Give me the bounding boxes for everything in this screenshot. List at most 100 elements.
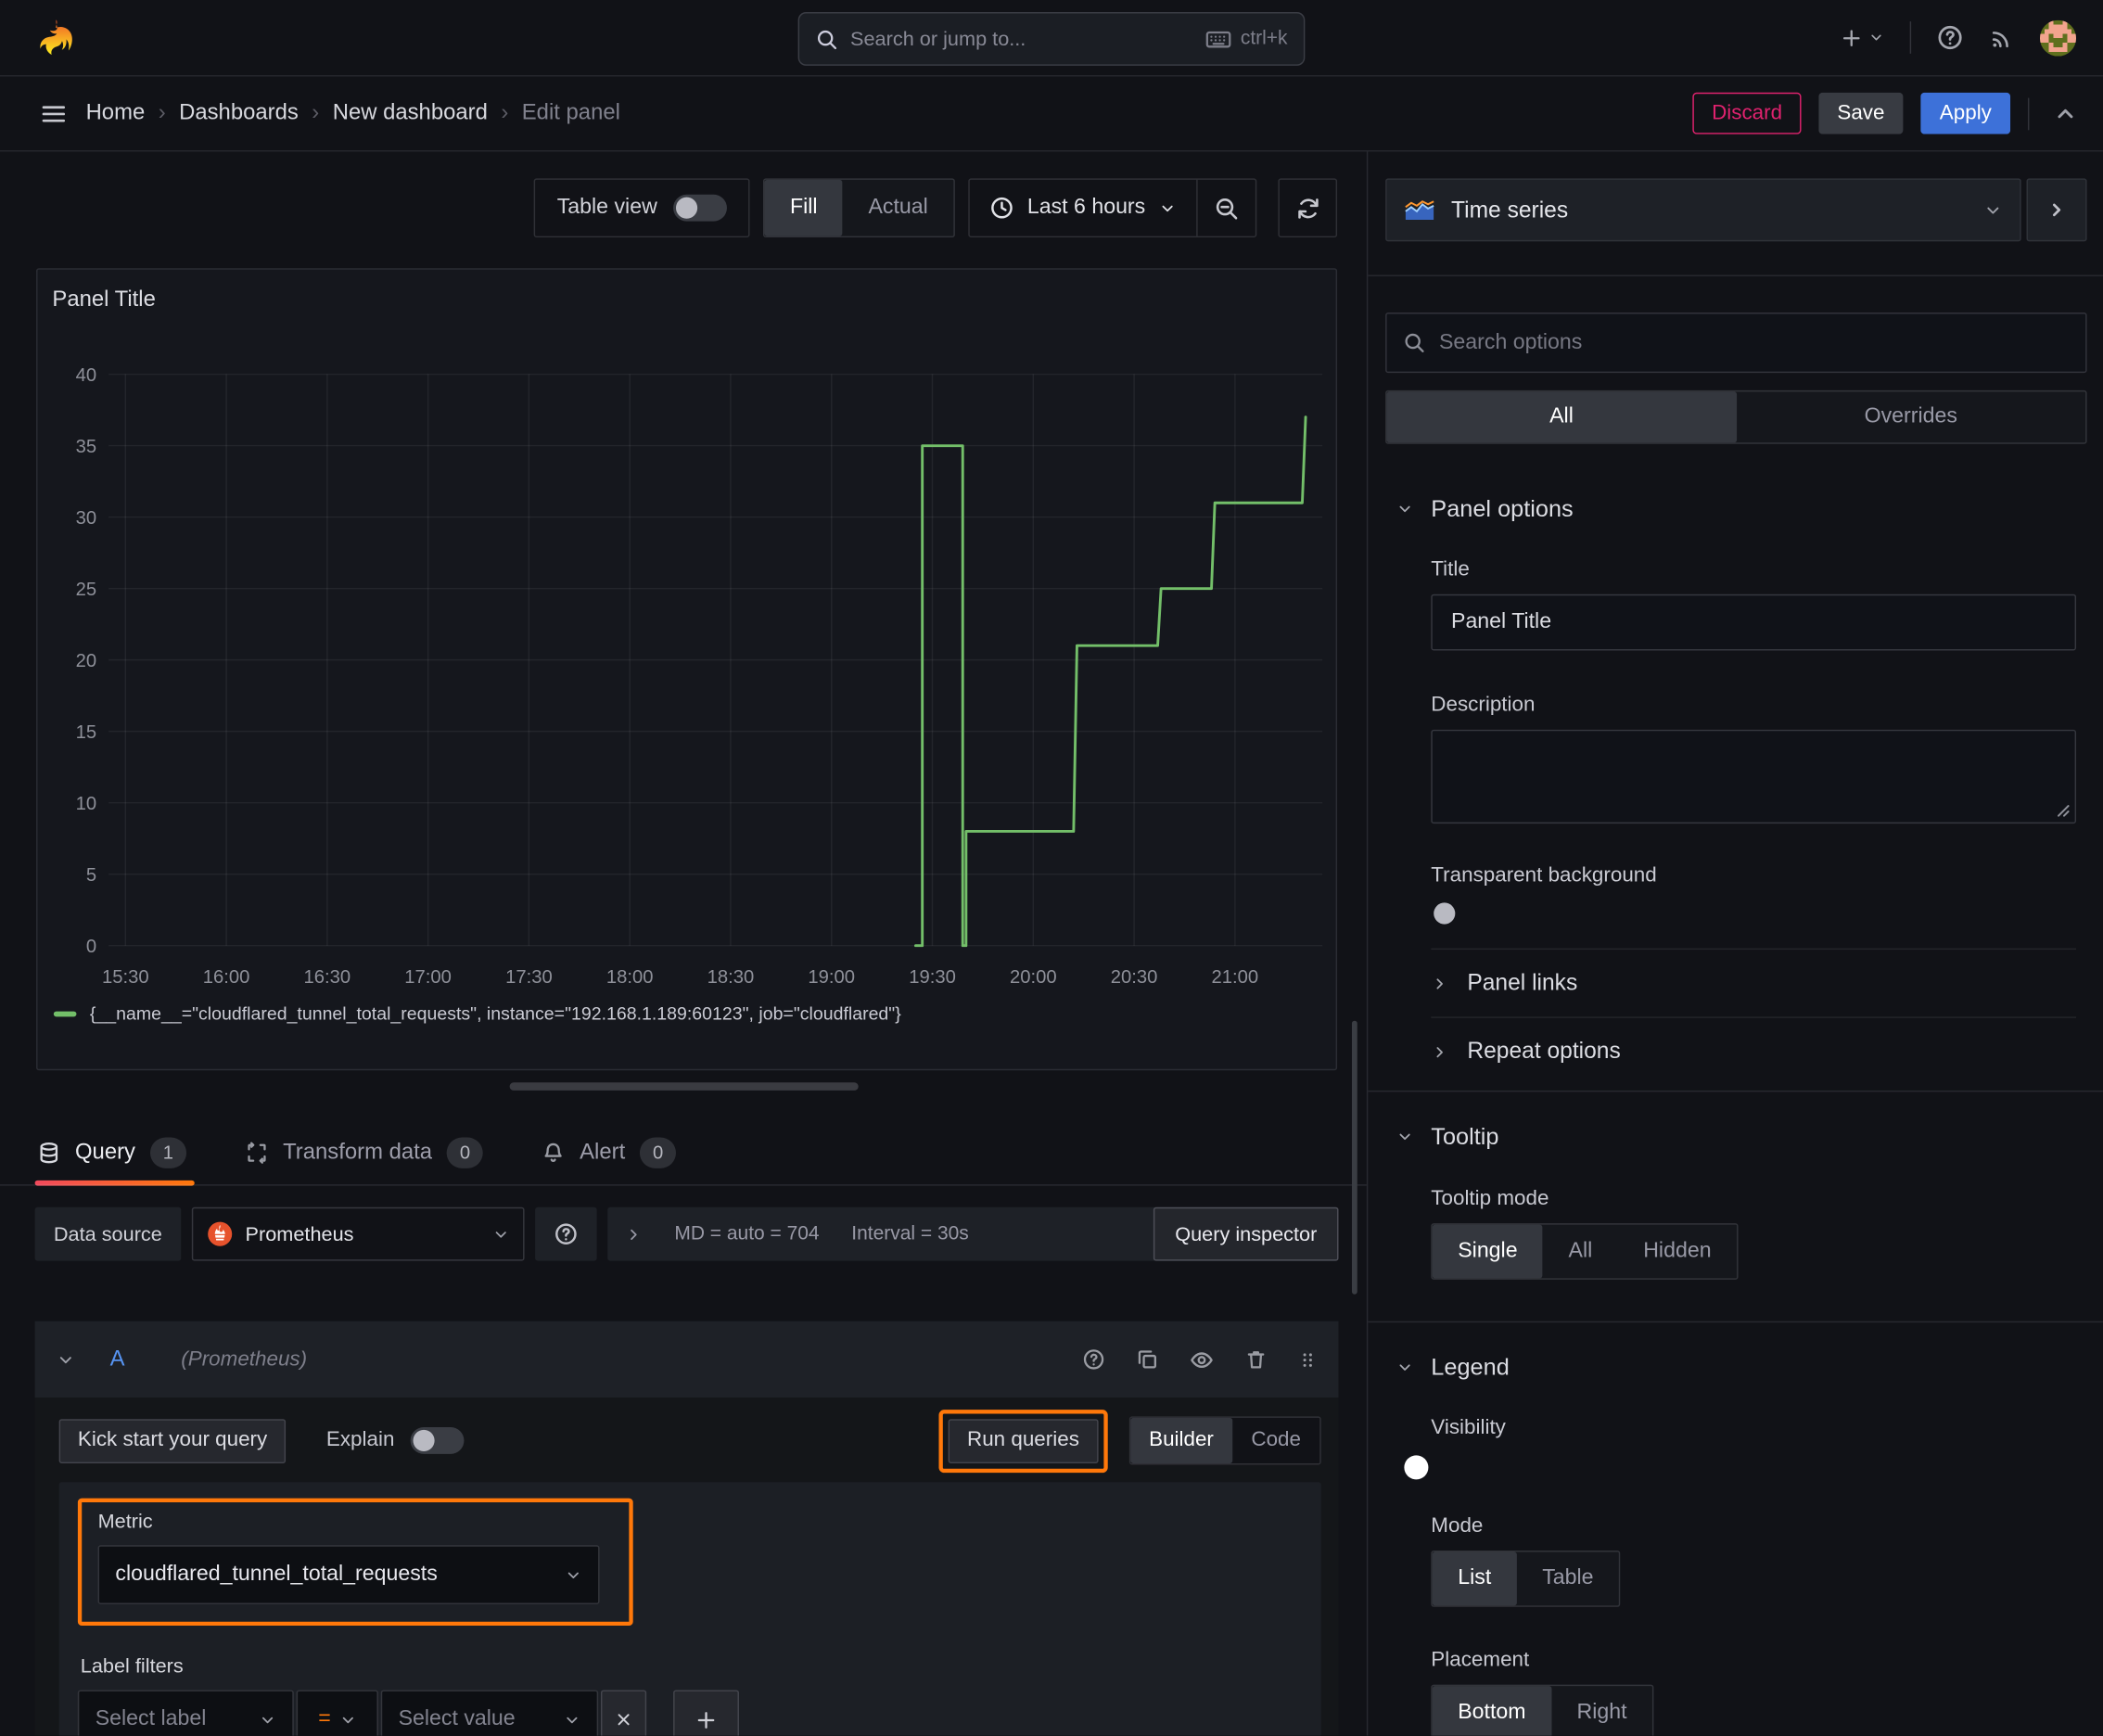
select-value-placeholder: Select value — [398, 1707, 516, 1730]
add-filter-button[interactable] — [673, 1690, 739, 1736]
title-input[interactable] — [1451, 610, 2057, 635]
query-row-header[interactable]: A (Prometheus) — [34, 1321, 1339, 1398]
divider — [1368, 274, 2103, 276]
select-label-dropdown[interactable]: Select label — [77, 1690, 294, 1736]
fill-option[interactable]: Fill — [764, 179, 844, 236]
datasource-help-button[interactable] — [534, 1206, 597, 1261]
drag-query-handle[interactable] — [1298, 1348, 1317, 1370]
label-filters-label: Label filters — [80, 1654, 184, 1679]
chevron-down-icon — [567, 1717, 578, 1723]
help-circle-icon — [554, 1223, 577, 1245]
grafana-logo-icon[interactable] — [35, 18, 78, 57]
breadcrumb-new-dashboard[interactable]: New dashboard — [333, 100, 488, 125]
panel-links-section[interactable]: Panel links — [1431, 950, 2103, 1016]
tooltip-mode-hidden[interactable]: Hidden — [1618, 1225, 1737, 1279]
table-view-toggle[interactable] — [673, 194, 727, 222]
timeseries-chart[interactable]: 0 5 10 15 20 25 30 35 40 15:30 16:00 16:30 17:00 17:3… — [37, 324, 1338, 1001]
hide-query-button[interactable] — [1190, 1347, 1214, 1372]
actual-option[interactable]: Actual — [843, 180, 953, 236]
tab-query[interactable]: Query 1 — [34, 1123, 195, 1186]
legend-item[interactable]: {__name__="cloudflared_tunnel_total_requ… — [53, 1003, 901, 1024]
legend-placement-segment: Bottom Right — [1431, 1684, 1654, 1736]
user-avatar[interactable] — [2039, 19, 2077, 57]
zoom-out-button[interactable] — [1196, 179, 1255, 236]
duplicate-query-button[interactable] — [1136, 1348, 1159, 1372]
svg-text:21:00: 21:00 — [1212, 967, 1259, 988]
select-value-dropdown[interactable]: Select value — [380, 1690, 599, 1736]
tab-transform-data[interactable]: Transform data 0 — [246, 1123, 483, 1182]
pane-resize-handle[interactable] — [509, 1082, 859, 1091]
apply-button[interactable]: Apply — [1920, 92, 2011, 134]
operator-dropdown[interactable]: = — [296, 1690, 378, 1736]
help-button[interactable] — [1937, 24, 1964, 51]
tooltip-mode-segment: Single All Hidden — [1431, 1223, 1739, 1280]
new-menu-button[interactable] — [1840, 26, 1884, 49]
panel-title[interactable]: Panel Title — [52, 287, 155, 313]
save-button[interactable]: Save — [1818, 92, 1904, 134]
legend-placement-right[interactable]: Right — [1551, 1686, 1652, 1736]
remove-filter-button[interactable] — [600, 1690, 647, 1736]
discard-button[interactable]: Discard — [1692, 92, 1802, 134]
topnav-actions — [1840, 19, 2077, 57]
time-range-group: Last 6 hours — [968, 178, 1257, 238]
options-pane: Time series All Overrides Pan — [1366, 151, 2103, 1736]
tooltip-mode-single[interactable]: Single — [1432, 1224, 1544, 1279]
legend-section-header[interactable]: Legend — [1368, 1353, 2103, 1381]
chevron-down-icon — [1399, 505, 1410, 513]
copy-icon — [1138, 1350, 1157, 1369]
legend-mode-table[interactable]: Table — [1517, 1551, 1619, 1605]
kick-start-button[interactable]: Kick start your query — [58, 1418, 287, 1463]
label-filters-row: Select label = Select value — [77, 1690, 1303, 1736]
viz-type-picker[interactable]: Time series — [1385, 178, 2021, 242]
metric-select[interactable]: cloudflared_tunnel_total_requests — [97, 1545, 600, 1604]
breadcrumb-home[interactable]: Home — [86, 100, 146, 125]
panel-options-section-header[interactable]: Panel options — [1368, 495, 2103, 523]
title-field-label: Title — [1431, 557, 1470, 581]
metric-value: cloudflared_tunnel_total_requests — [115, 1563, 438, 1586]
query-inspector-button[interactable]: Query inspector — [1153, 1206, 1339, 1261]
delete-query-button[interactable] — [1244, 1348, 1268, 1372]
query-help-button[interactable] — [1082, 1348, 1105, 1372]
actions-divider — [2027, 96, 2030, 130]
description-input[interactable] — [1432, 731, 2075, 823]
global-search-input[interactable] — [850, 27, 1194, 51]
run-queries-button[interactable]: Run queries — [948, 1418, 1099, 1463]
trash-icon — [1247, 1351, 1265, 1369]
legend-mode-list[interactable]: List — [1432, 1551, 1517, 1606]
viz-suggestions-button[interactable] — [2026, 178, 2087, 242]
svg-text:17:30: 17:30 — [505, 967, 553, 988]
grafana-app: ctrl+k — [0, 0, 2103, 1736]
time-range-picker[interactable]: Last 6 hours — [970, 180, 1197, 236]
tooltip-section-header[interactable]: Tooltip — [1368, 1123, 2103, 1151]
resize-handle-icon[interactable] — [2056, 803, 2071, 818]
breadcrumb-separator-icon: › — [158, 100, 166, 125]
query-tabs: Query 1 Transform data 0 Alert 0 — [34, 1123, 677, 1186]
chevron-right-icon — [1436, 1046, 1443, 1057]
query-ref-id[interactable]: A — [110, 1347, 125, 1372]
breadcrumb-dashboards[interactable]: Dashboards — [179, 100, 299, 125]
tab-alert[interactable]: Alert 0 — [542, 1123, 677, 1182]
collapse-pane-button[interactable] — [2055, 103, 2076, 124]
menu-toggle-button[interactable] — [40, 100, 67, 127]
datasource-picker[interactable]: Prometheus — [191, 1206, 525, 1261]
legend-placement-bottom[interactable]: Bottom — [1432, 1686, 1552, 1736]
code-option[interactable]: Code — [1232, 1418, 1319, 1463]
tab-all-options[interactable]: All — [1386, 391, 1737, 443]
grip-icon — [1303, 1352, 1312, 1367]
query-options-bar[interactable]: MD = auto = 704 Interval = 30s Query ins… — [607, 1206, 1339, 1261]
refresh-button[interactable] — [1278, 178, 1338, 238]
legend-placement-label: Placement — [1431, 1648, 1530, 1672]
options-search[interactable] — [1385, 313, 2087, 374]
scrollbar[interactable] — [1351, 1020, 1357, 1295]
news-button[interactable] — [1989, 25, 2014, 50]
options-search-input[interactable] — [1438, 330, 2070, 355]
repeat-options-section[interactable]: Repeat options — [1431, 1018, 2103, 1085]
chevron-down-icon — [1399, 1133, 1410, 1141]
tab-overrides[interactable]: Overrides — [1736, 391, 2085, 442]
global-search[interactable]: ctrl+k — [797, 12, 1306, 66]
explain-toggle[interactable] — [410, 1426, 465, 1454]
viz-picker-row: Time series — [1385, 178, 2087, 242]
tooltip-mode-all[interactable]: All — [1543, 1225, 1618, 1279]
chevron-down-icon — [1987, 206, 1999, 213]
builder-option[interactable]: Builder — [1129, 1417, 1233, 1464]
